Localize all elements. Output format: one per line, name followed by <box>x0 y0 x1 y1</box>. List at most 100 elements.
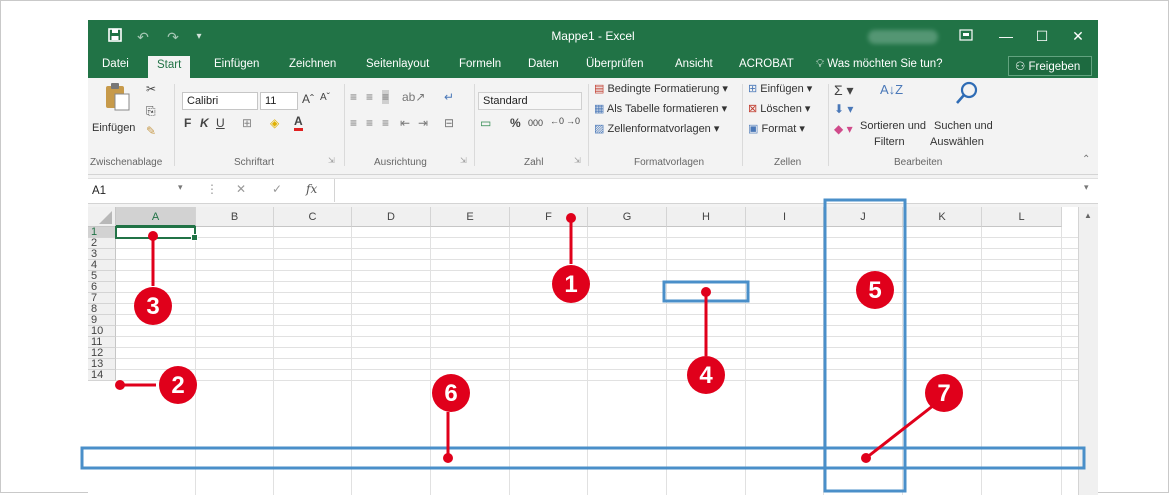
wrap-text-icon[interactable]: ↵ <box>444 90 454 104</box>
insert-function-button[interactable]: fx <box>306 182 317 196</box>
clear-icon[interactable]: ◆ ▾ <box>834 122 853 136</box>
tab-ueberpruefen[interactable]: Überprüfen <box>586 58 644 70</box>
align-left-icon[interactable]: ≡ <box>350 116 357 130</box>
format-painter-icon[interactable]: ✎ <box>146 124 156 138</box>
tab-einfuegen[interactable]: Einfügen <box>214 58 259 70</box>
column-header-e[interactable]: E <box>431 207 510 227</box>
paste-icon[interactable] <box>102 82 132 115</box>
orientation-icon[interactable]: ab↗ <box>402 90 425 104</box>
font-family-select[interactable]: Calibri <box>182 92 258 110</box>
row-header-14[interactable]: 14 <box>88 370 116 381</box>
percent-button[interactable]: % <box>510 116 521 130</box>
cell-styles-button[interactable]: ▨ Zellenformatvorlagen ▾ <box>594 122 719 135</box>
italic-button[interactable]: K <box>200 116 209 130</box>
tab-formeln[interactable]: Formeln <box>459 58 501 70</box>
paste-label[interactable]: Einfügen <box>92 122 135 134</box>
undo-icon[interactable]: ↶ <box>134 27 152 47</box>
active-cell[interactable] <box>115 226 198 241</box>
align-middle-icon[interactable]: ≡ <box>366 90 373 104</box>
bold-button[interactable]: F <box>184 116 191 130</box>
currency-icon[interactable]: ▭ <box>480 116 491 130</box>
autosum-icon[interactable]: Σ ▾ <box>834 82 854 99</box>
number-format-select[interactable]: Standard <box>478 92 582 110</box>
sort-filter-line1[interactable]: Sortieren und <box>860 120 926 132</box>
fill-color-icon[interactable]: ◈ <box>270 116 279 130</box>
column-header-h[interactable]: H <box>667 207 746 227</box>
user-account[interactable] <box>868 30 938 44</box>
tab-datei[interactable]: Datei <box>102 58 129 70</box>
name-box-dropdown-icon[interactable]: ▾ <box>178 182 183 193</box>
cancel-icon[interactable]: ✕ <box>236 182 246 196</box>
column-header-f[interactable]: F <box>510 207 588 227</box>
thousands-button[interactable]: 000 <box>528 118 543 128</box>
sort-filter-icon[interactable]: A↓Z <box>880 82 903 97</box>
find-select-line2[interactable]: Auswählen <box>930 136 984 148</box>
number-launcher-icon[interactable]: ⇲ <box>574 156 581 165</box>
column-header-c[interactable]: C <box>274 207 352 227</box>
decrease-indent-icon[interactable]: ⇤ <box>400 116 410 130</box>
maximize-icon[interactable]: ☐ <box>1028 26 1056 46</box>
formula-input[interactable] <box>334 179 1075 202</box>
increase-font-icon[interactable]: Aˆ <box>302 92 314 106</box>
delete-cells-icon: ⊠ <box>748 103 758 115</box>
insert-cells-button[interactable]: ⊞ Einfügen ▾ <box>748 82 812 95</box>
decrease-font-icon[interactable]: Aˇ <box>320 92 330 103</box>
borders-icon[interactable]: ⊞ <box>242 116 252 130</box>
vertical-scrollbar[interactable]: ▲ <box>1078 207 1098 495</box>
ribbon-display-icon[interactable] <box>952 26 980 46</box>
customize-icon[interactable]: ▾ <box>192 27 206 47</box>
name-box[interactable]: A1 <box>92 182 188 200</box>
minimize-icon[interactable]: — <box>992 26 1020 46</box>
sort-filter-line2[interactable]: Filtern <box>874 136 905 148</box>
tab-seitenlayout[interactable]: Seitenlayout <box>366 58 429 70</box>
align-right-icon[interactable]: ≡ <box>382 116 389 130</box>
column-header-k[interactable]: K <box>903 207 982 227</box>
spreadsheet-grid[interactable]: A B C D E F G H I J K L 1 2 3 4 5 6 7 8 9 10 11 12 13 14 <box>88 207 1078 495</box>
format-cells-button[interactable]: ▣ Format ▾ <box>748 122 805 135</box>
column-header-b[interactable]: B <box>196 207 274 227</box>
column-header-a[interactable]: A <box>116 207 196 227</box>
align-center-icon[interactable]: ≡ <box>366 116 373 130</box>
tab-ansicht[interactable]: Ansicht <box>675 58 713 70</box>
enter-icon[interactable]: ✓ <box>272 182 282 196</box>
tell-me-box[interactable]: 💡︎ Was möchten Sie tun? <box>816 58 943 71</box>
select-all-corner[interactable] <box>88 207 116 227</box>
close-icon[interactable]: ✕ <box>1064 26 1092 46</box>
tab-start[interactable]: Start <box>148 56 191 78</box>
find-select-line1[interactable]: Suchen und <box>934 120 993 132</box>
delete-cells-button[interactable]: ⊠ Löschen ▾ <box>748 102 810 115</box>
gridline <box>116 292 1078 293</box>
column-header-i[interactable]: I <box>746 207 824 227</box>
increase-decimal-icon[interactable]: ←0 <box>550 116 564 126</box>
font-launcher-icon[interactable]: ⇲ <box>328 156 335 165</box>
align-bottom-icon[interactable]: ≡ <box>382 90 390 104</box>
fill-handle[interactable] <box>191 234 198 241</box>
expand-formula-bar-icon[interactable]: ▾ <box>1084 182 1089 193</box>
copy-icon[interactable]: ⎘ <box>146 104 156 119</box>
tab-zeichnen[interactable]: Zeichnen <box>289 58 336 70</box>
column-header-j[interactable]: J <box>824 207 903 227</box>
column-header-g[interactable]: G <box>588 207 667 227</box>
increase-indent-icon[interactable]: ⇥ <box>418 116 428 130</box>
tab-acrobat[interactable]: ACROBAT <box>739 58 794 70</box>
conditional-formatting-button[interactable]: ▤ Bedingte Formatierung ▾ <box>594 82 728 95</box>
find-select-icon[interactable] <box>954 80 980 109</box>
align-top-icon[interactable]: ≡ <box>350 90 357 104</box>
save-icon[interactable] <box>106 27 124 47</box>
cut-icon[interactable]: ✂ <box>146 82 156 96</box>
merge-center-icon[interactable]: ⊟ <box>444 116 454 130</box>
redo-icon[interactable]: ↷ <box>164 27 182 47</box>
underline-button[interactable]: U <box>216 116 225 130</box>
scroll-up-icon[interactable]: ▲ <box>1084 211 1092 220</box>
column-header-d[interactable]: D <box>352 207 431 227</box>
format-as-table-button[interactable]: ▦ Als Tabelle formatieren ▾ <box>594 102 727 115</box>
fill-icon[interactable]: ⬇ ▾ <box>834 102 853 116</box>
column-header-l[interactable]: L <box>982 207 1062 227</box>
collapse-ribbon-icon[interactable]: ⌃ <box>1082 154 1090 165</box>
alignment-launcher-icon[interactable]: ⇲ <box>460 156 467 165</box>
tab-daten[interactable]: Daten <box>528 58 559 70</box>
share-button[interactable]: ⚇ Freigeben <box>1008 56 1092 76</box>
decrease-decimal-icon[interactable]: →0 <box>566 116 580 126</box>
font-color-icon[interactable]: A <box>294 114 303 131</box>
font-size-select[interactable]: 11 <box>260 92 298 110</box>
